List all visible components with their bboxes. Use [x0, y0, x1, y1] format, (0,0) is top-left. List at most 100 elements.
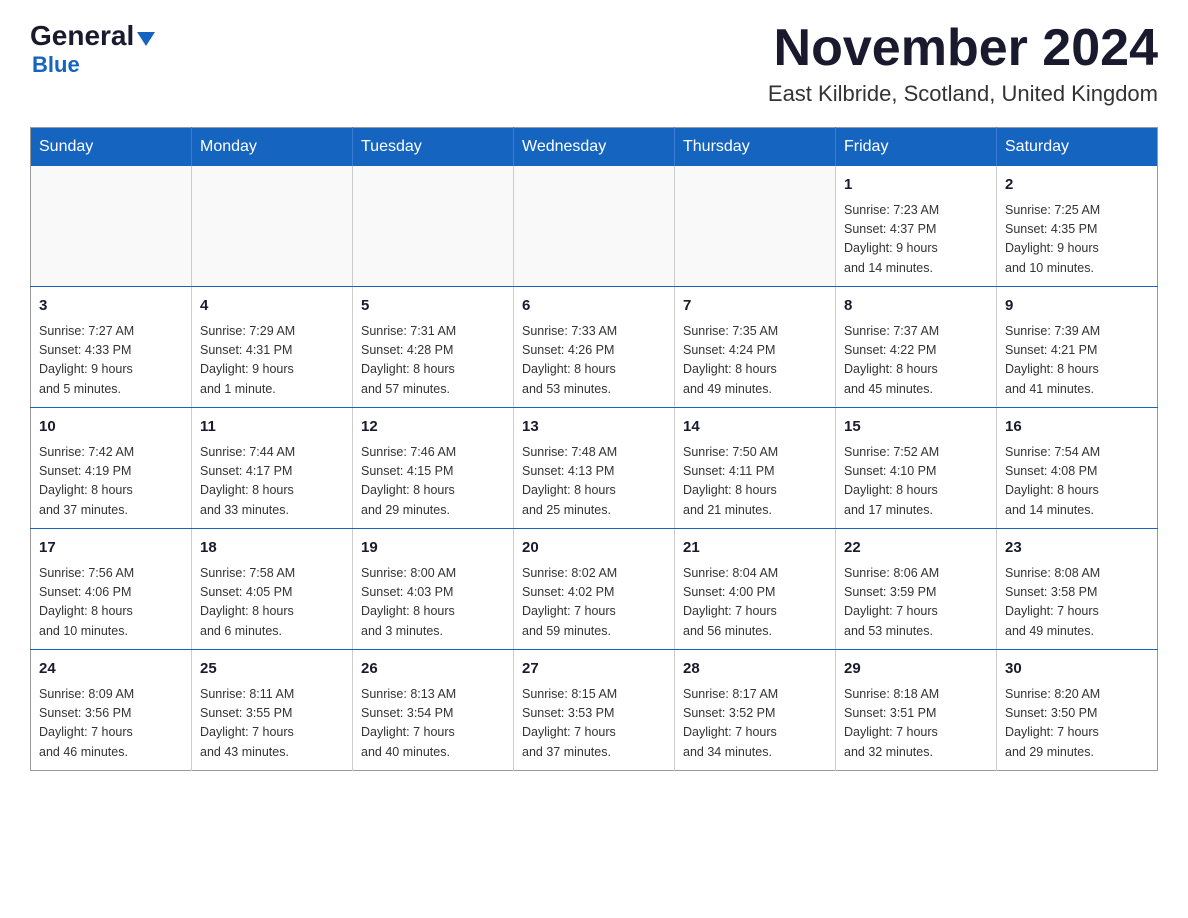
- day-info: Sunrise: 7:56 AMSunset: 4:06 PMDaylight:…: [39, 564, 183, 642]
- day-info: Sunrise: 8:08 AMSunset: 3:58 PMDaylight:…: [1005, 564, 1149, 642]
- calendar-cell: 23 Sunrise: 8:08 AMSunset: 3:58 PMDayligh…: [997, 529, 1158, 650]
- day-number: 29: [844, 658, 988, 681]
- calendar-cell: 20Sunrise: 8:02 AMSunset: 4:02 PMDayligh…: [514, 529, 675, 650]
- calendar-cell: 21 Sunrise: 8:04 AMSunset: 4:00 PMDayligh…: [675, 529, 836, 650]
- day-info: Sunrise: 7:58 AMSunset: 4:05 PMDaylight:…: [200, 564, 344, 642]
- weekday-header-sunday: Sunday: [31, 128, 192, 167]
- calendar-cell: 9 Sunrise: 7:39 AMSunset: 4:21 PMDaylight…: [997, 287, 1158, 408]
- calendar-header: SundayMondayTuesdayWednesdayThursdayFrid…: [31, 128, 1158, 167]
- calendar-cell: 4 Sunrise: 7:29 AMSunset: 4:31 PMDaylight…: [192, 287, 353, 408]
- day-number: 9: [1005, 295, 1149, 318]
- calendar-cell: 24 Sunrise: 8:09 AMSunset: 3:56 PMDayligh…: [31, 650, 192, 771]
- day-info: Sunrise: 8:09 AMSunset: 3:56 PMDaylight:…: [39, 685, 183, 763]
- day-info: Sunrise: 7:33 AMSunset: 4:26 PMDaylight:…: [522, 322, 666, 400]
- calendar-cell: 12 Sunrise: 7:46 AMSunset: 4:15 PMDayligh…: [353, 408, 514, 529]
- calendar-cell: 13Sunrise: 7:48 AMSunset: 4:13 PMDayligh…: [514, 408, 675, 529]
- calendar-cell: 6Sunrise: 7:33 AMSunset: 4:26 PMDaylight…: [514, 287, 675, 408]
- logo-blue: Blue: [30, 52, 155, 78]
- weekday-header-row: SundayMondayTuesdayWednesdayThursdayFrid…: [31, 128, 1158, 167]
- title-area: November 2024 East Kilbride, Scotland, U…: [768, 20, 1158, 107]
- calendar-cell: 10 Sunrise: 7:42 AMSunset: 4:19 PMDayligh…: [31, 408, 192, 529]
- day-number: 22: [844, 537, 988, 560]
- day-number: 19: [361, 537, 505, 560]
- day-number: 26: [361, 658, 505, 681]
- day-info: Sunrise: 8:15 AMSunset: 3:53 PMDaylight:…: [522, 685, 666, 763]
- calendar-cell: 7Sunrise: 7:35 AMSunset: 4:24 PMDaylight…: [675, 287, 836, 408]
- day-number: 21: [683, 537, 827, 560]
- day-info: Sunrise: 7:23 AMSunset: 4:37 PMDaylight:…: [844, 201, 988, 279]
- calendar-week-1: 1 Sunrise: 7:23 AMSunset: 4:37 PMDaylight…: [31, 166, 1158, 287]
- day-number: 5: [361, 295, 505, 318]
- day-info: Sunrise: 7:37 AMSunset: 4:22 PMDaylight:…: [844, 322, 988, 400]
- weekday-header-monday: Monday: [192, 128, 353, 167]
- day-info: Sunrise: 7:27 AMSunset: 4:33 PMDaylight:…: [39, 322, 183, 400]
- day-number: 14: [683, 416, 827, 439]
- calendar-body: 1 Sunrise: 7:23 AMSunset: 4:37 PMDaylight…: [31, 166, 1158, 771]
- calendar-cell: [353, 166, 514, 287]
- calendar-cell: 28 Sunrise: 8:17 AMSunset: 3:52 PMDayligh…: [675, 650, 836, 771]
- day-info: Sunrise: 7:44 AMSunset: 4:17 PMDaylight:…: [200, 443, 344, 521]
- day-number: 23: [1005, 537, 1149, 560]
- day-info: Sunrise: 7:25 AMSunset: 4:35 PMDaylight:…: [1005, 201, 1149, 279]
- calendar-cell: [31, 166, 192, 287]
- day-number: 18: [200, 537, 344, 560]
- day-number: 16: [1005, 416, 1149, 439]
- day-info: Sunrise: 8:17 AMSunset: 3:52 PMDaylight:…: [683, 685, 827, 763]
- day-number: 7: [683, 295, 827, 318]
- page-subtitle: East Kilbride, Scotland, United Kingdom: [768, 81, 1158, 107]
- day-info: Sunrise: 7:42 AMSunset: 4:19 PMDaylight:…: [39, 443, 183, 521]
- calendar-cell: 3 Sunrise: 7:27 AMSunset: 4:33 PMDaylight…: [31, 287, 192, 408]
- day-number: 3: [39, 295, 183, 318]
- day-info: Sunrise: 8:18 AMSunset: 3:51 PMDaylight:…: [844, 685, 988, 763]
- weekday-header-thursday: Thursday: [675, 128, 836, 167]
- day-number: 8: [844, 295, 988, 318]
- logo-triangle-icon: [137, 32, 155, 46]
- day-number: 20: [522, 537, 666, 560]
- day-number: 1: [844, 174, 988, 197]
- day-number: 28: [683, 658, 827, 681]
- day-info: Sunrise: 7:46 AMSunset: 4:15 PMDaylight:…: [361, 443, 505, 521]
- day-number: 17: [39, 537, 183, 560]
- calendar-cell: 17 Sunrise: 7:56 AMSunset: 4:06 PMDayligh…: [31, 529, 192, 650]
- day-info: Sunrise: 7:52 AMSunset: 4:10 PMDaylight:…: [844, 443, 988, 521]
- calendar-cell: [192, 166, 353, 287]
- calendar-cell: 1 Sunrise: 7:23 AMSunset: 4:37 PMDaylight…: [836, 166, 997, 287]
- calendar-cell: 11Sunrise: 7:44 AMSunset: 4:17 PMDayligh…: [192, 408, 353, 529]
- calendar-cell: 22Sunrise: 8:06 AMSunset: 3:59 PMDayligh…: [836, 529, 997, 650]
- weekday-header-tuesday: Tuesday: [353, 128, 514, 167]
- day-number: 15: [844, 416, 988, 439]
- calendar-cell: 26 Sunrise: 8:13 AMSunset: 3:54 PMDayligh…: [353, 650, 514, 771]
- weekday-header-friday: Friday: [836, 128, 997, 167]
- day-info: Sunrise: 7:39 AMSunset: 4:21 PMDaylight:…: [1005, 322, 1149, 400]
- calendar-cell: 25Sunrise: 8:11 AMSunset: 3:55 PMDayligh…: [192, 650, 353, 771]
- calendar-cell: 18 Sunrise: 7:58 AMSunset: 4:05 PMDayligh…: [192, 529, 353, 650]
- day-info: Sunrise: 7:54 AMSunset: 4:08 PMDaylight:…: [1005, 443, 1149, 521]
- day-number: 2: [1005, 174, 1149, 197]
- day-number: 24: [39, 658, 183, 681]
- day-number: 12: [361, 416, 505, 439]
- day-number: 27: [522, 658, 666, 681]
- day-info: Sunrise: 8:13 AMSunset: 3:54 PMDaylight:…: [361, 685, 505, 763]
- weekday-header-saturday: Saturday: [997, 128, 1158, 167]
- day-info: Sunrise: 8:20 AMSunset: 3:50 PMDaylight:…: [1005, 685, 1149, 763]
- day-info: Sunrise: 7:31 AMSunset: 4:28 PMDaylight:…: [361, 322, 505, 400]
- calendar-cell: 2 Sunrise: 7:25 AMSunset: 4:35 PMDaylight…: [997, 166, 1158, 287]
- calendar-cell: [675, 166, 836, 287]
- calendar-cell: 29 Sunrise: 8:18 AMSunset: 3:51 PMDayligh…: [836, 650, 997, 771]
- calendar-cell: 19 Sunrise: 8:00 AMSunset: 4:03 PMDayligh…: [353, 529, 514, 650]
- calendar-week-2: 3 Sunrise: 7:27 AMSunset: 4:33 PMDaylight…: [31, 287, 1158, 408]
- calendar-cell: 15 Sunrise: 7:52 AMSunset: 4:10 PMDayligh…: [836, 408, 997, 529]
- day-number: 25: [200, 658, 344, 681]
- day-number: 30: [1005, 658, 1149, 681]
- day-info: Sunrise: 8:04 AMSunset: 4:00 PMDaylight:…: [683, 564, 827, 642]
- day-number: 10: [39, 416, 183, 439]
- day-info: Sunrise: 7:29 AMSunset: 4:31 PMDaylight:…: [200, 322, 344, 400]
- calendar-cell: 14 Sunrise: 7:50 AMSunset: 4:11 PMDayligh…: [675, 408, 836, 529]
- day-info: Sunrise: 7:50 AMSunset: 4:11 PMDaylight:…: [683, 443, 827, 521]
- day-info: Sunrise: 8:00 AMSunset: 4:03 PMDaylight:…: [361, 564, 505, 642]
- calendar-cell: 8 Sunrise: 7:37 AMSunset: 4:22 PMDaylight…: [836, 287, 997, 408]
- logo-general: General: [30, 20, 134, 52]
- calendar-cell: [514, 166, 675, 287]
- day-number: 4: [200, 295, 344, 318]
- day-info: Sunrise: 7:48 AMSunset: 4:13 PMDaylight:…: [522, 443, 666, 521]
